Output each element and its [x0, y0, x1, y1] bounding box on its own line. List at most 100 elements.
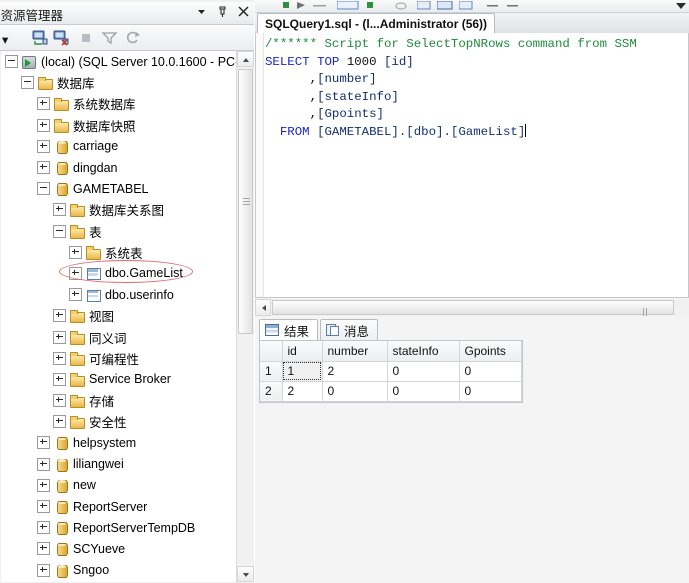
tree-item[interactable]: (local) (SQL Server 10.0.1600 - PC-2: [1, 51, 237, 72]
toolbar-overflow-icon: [676, 3, 686, 9]
tree-item[interactable]: 可编程性: [1, 348, 237, 369]
tab-sqlquery1[interactable]: SQLQuery1.sql - (l...Administrator (56)): [257, 13, 496, 33]
expand-icon[interactable]: [53, 203, 66, 217]
object-explorer-tree[interactable]: (local) (SQL Server 10.0.1600 - PC-2 数据库系…: [1, 51, 238, 582]
expand-icon[interactable]: [37, 563, 50, 577]
chevron-down-icon[interactable]: [194, 4, 208, 19]
tree-item[interactable]: dbo.GameList: [1, 263, 237, 284]
expand-icon[interactable]: [37, 457, 50, 471]
expand-icon[interactable]: [37, 118, 50, 132]
tree-vertical-scrollbar[interactable]: [236, 51, 254, 582]
tbl-icon: [85, 266, 101, 281]
tree-item-label: (local) (SQL Server 10.0.1600 - PC-2: [41, 54, 238, 69]
scroll-thumb[interactable]: [238, 69, 253, 334]
hscroll-thumb[interactable]: [272, 300, 674, 330]
expand-icon[interactable]: [69, 266, 82, 280]
pin-icon[interactable]: [215, 4, 229, 19]
scroll-left-icon[interactable]: [255, 299, 271, 316]
expand-icon[interactable]: [53, 309, 66, 323]
tree-item[interactable]: liliangwei: [1, 454, 237, 475]
expand-icon[interactable]: [53, 372, 66, 386]
code-token-bracket: [number]: [317, 72, 377, 87]
table-cell[interactable]: 0: [387, 381, 460, 402]
column-header[interactable]: stateInfo: [387, 341, 460, 362]
tree-item[interactable]: 系统表: [1, 242, 237, 263]
sql-code-editor[interactable]: /****** Script for SelectTopNRows comman…: [255, 33, 689, 298]
expand-icon[interactable]: [37, 97, 50, 111]
results-pane: 结果 消息 id number stateInfo Gpoints 1120022000: [255, 318, 689, 583]
scroll-down-icon[interactable]: [237, 566, 254, 582]
row-header[interactable]: 1: [260, 361, 283, 382]
column-header[interactable]: number: [322, 341, 388, 362]
tree-item[interactable]: 安全性: [1, 411, 237, 432]
close-icon[interactable]: [236, 4, 250, 19]
editor-horizontal-scrollbar[interactable]: [255, 299, 689, 330]
table-row[interactable]: 11200: [260, 361, 522, 382]
table-cell[interactable]: 1: [282, 361, 323, 382]
tree-item[interactable]: new: [1, 475, 237, 496]
tree-item[interactable]: 系统数据库: [1, 93, 237, 114]
tree-item[interactable]: SCYueve: [1, 538, 237, 559]
collapse-icon[interactable]: [53, 224, 66, 238]
editor-gutter: [256, 33, 264, 297]
code-token-plain: ,: [265, 89, 318, 104]
sql-code-text[interactable]: /****** Script for SelectTopNRows comman…: [265, 36, 688, 142]
expand-icon[interactable]: [37, 139, 50, 153]
tree-item[interactable]: helpsystem: [1, 432, 237, 453]
expand-icon[interactable]: [37, 478, 50, 492]
table-cell[interactable]: 2: [322, 361, 388, 382]
scroll-up-icon[interactable]: [237, 51, 254, 67]
collapse-icon[interactable]: [21, 76, 34, 90]
tree-item[interactable]: ReportServer: [1, 496, 237, 517]
tree-item[interactable]: GAMETABEL: [1, 178, 237, 199]
tree-item[interactable]: 同义词: [1, 326, 237, 347]
tree-item[interactable]: ReportServerTempDB: [1, 517, 237, 538]
execute-icon: [283, 2, 289, 8]
expand-icon[interactable]: [53, 351, 66, 365]
table-cell[interactable]: 0: [459, 361, 522, 382]
uncomment-icon: [437, 1, 453, 10]
collapse-icon[interactable]: [37, 182, 50, 196]
tree-item[interactable]: 表: [1, 221, 237, 242]
editor-toolbar-strip[interactable]: [255, 0, 689, 13]
tree-item-label: ReportServer: [73, 499, 148, 514]
tree-item[interactable]: dbo.userinfo: [1, 284, 237, 305]
results-tab-results[interactable]: 结果: [259, 319, 319, 340]
tree-item-label: 数据库: [57, 77, 95, 92]
tree-item[interactable]: 数据库关系图: [1, 199, 237, 220]
results-tab-messages[interactable]: 消息: [320, 319, 379, 340]
tree-item[interactable]: Service Broker: [1, 369, 237, 390]
tree-item[interactable]: carriage: [1, 136, 237, 157]
tree-item[interactable]: 数据库: [1, 72, 237, 93]
results-grid[interactable]: id number stateInfo Gpoints 1120022000: [259, 340, 523, 403]
tree-item[interactable]: 数据库快照: [1, 115, 237, 136]
table-cell[interactable]: 0: [387, 361, 460, 382]
expand-icon[interactable]: [37, 521, 50, 535]
connect-button[interactable]: 接 ▾: [0, 29, 8, 48]
expand-icon[interactable]: [37, 161, 50, 175]
expand-icon[interactable]: [37, 500, 50, 514]
tree-item[interactable]: sngoo712 (受限制用户): [1, 581, 237, 582]
tree-item[interactable]: Sngoo: [1, 560, 237, 581]
column-header[interactable]: id: [282, 341, 323, 362]
expand-icon[interactable]: [37, 542, 50, 556]
disconnect-object-explorer-icon[interactable]: [53, 29, 70, 46]
expand-icon[interactable]: [53, 415, 66, 429]
tree-item[interactable]: dingdan: [1, 157, 237, 178]
row-header[interactable]: 2: [260, 381, 283, 402]
tree-item[interactable]: 存储: [1, 390, 237, 411]
expand-icon[interactable]: [53, 330, 66, 344]
table-cell[interactable]: 0: [322, 381, 388, 402]
expand-icon[interactable]: [53, 394, 66, 408]
tree-item-label: 系统表: [105, 246, 143, 261]
connect-object-explorer-icon[interactable]: [32, 29, 49, 46]
expand-icon[interactable]: [69, 288, 82, 302]
collapse-icon[interactable]: [5, 55, 18, 69]
table-cell[interactable]: 0: [459, 381, 522, 402]
table-row[interactable]: 22000: [260, 381, 522, 402]
expand-icon[interactable]: [69, 245, 82, 259]
table-cell[interactable]: 2: [282, 381, 323, 402]
column-header[interactable]: Gpoints: [459, 341, 522, 362]
tree-item[interactable]: 视图: [1, 305, 237, 326]
expand-icon[interactable]: [37, 436, 50, 450]
